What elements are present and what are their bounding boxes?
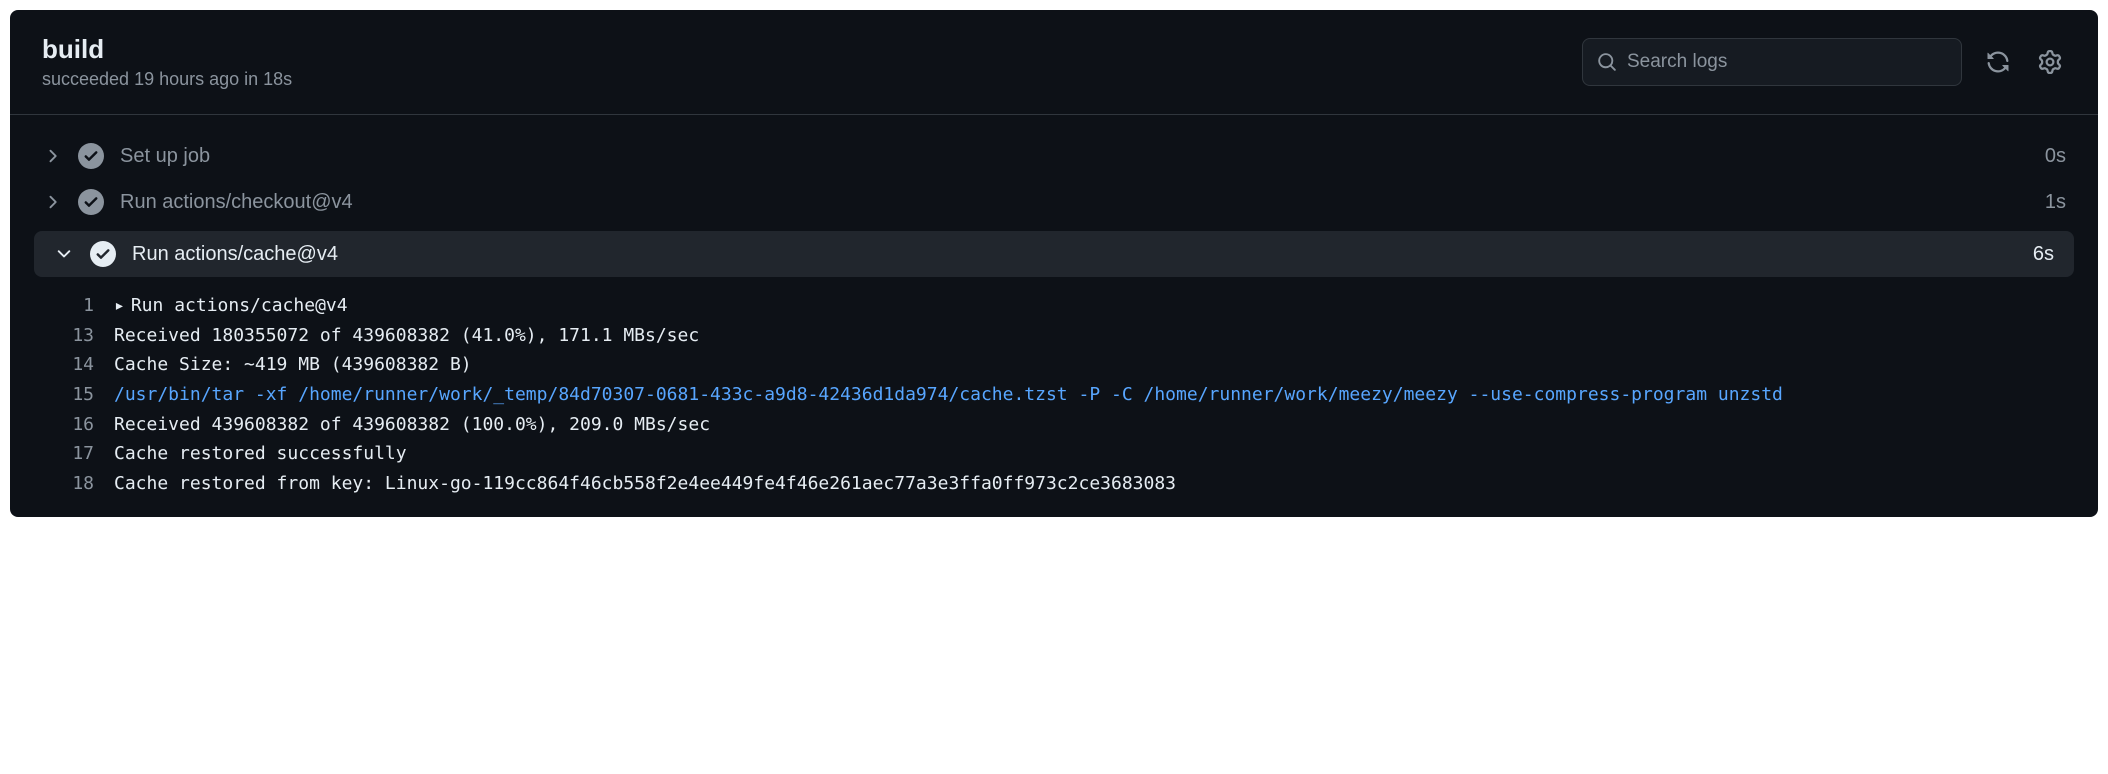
log-line: 1 ▸Run actions/cache@v4 [10, 291, 2098, 321]
chevron-right-icon [42, 146, 62, 166]
line-text: Received 180355072 of 439608382 (41.0%),… [114, 321, 2066, 351]
job-status: succeeded 19 hours ago in 18s [42, 69, 292, 90]
step-name: Run actions/cache@v4 [132, 243, 2017, 266]
step-row-cache[interactable]: Run actions/cache@v4 6s [34, 231, 2074, 277]
chevron-right-icon [42, 192, 62, 212]
refresh-button[interactable] [1982, 46, 2014, 78]
disclosure-triangle-icon[interactable]: ▸ [114, 291, 125, 321]
log-line: 14 Cache Size: ~419 MB (439608382 B) [10, 350, 2098, 380]
step-duration: 6s [2033, 243, 2054, 266]
step-name: Run actions/checkout@v4 [120, 191, 2029, 214]
header: build succeeded 19 hours ago in 18s [10, 10, 2098, 115]
step-name: Set up job [120, 145, 2029, 168]
line-number: 16 [42, 410, 114, 440]
line-number: 13 [42, 321, 114, 351]
line-number: 1 [42, 291, 114, 321]
chevron-down-icon [54, 244, 74, 264]
log-line: 13 Received 180355072 of 439608382 (41.0… [10, 321, 2098, 351]
header-right [1582, 38, 2066, 86]
line-number: 15 [42, 380, 114, 410]
line-text: Cache restored successfully [114, 439, 2066, 469]
line-text: Cache Size: ~419 MB (439608382 B) [114, 350, 2066, 380]
step-row-checkout[interactable]: Run actions/checkout@v4 1s [10, 179, 2098, 225]
log-panel: build succeeded 19 hours ago in 18s Set … [10, 10, 2098, 517]
line-text: ▸Run actions/cache@v4 [114, 291, 2066, 321]
steps: Set up job 0s Run actions/checkout@v4 1s… [10, 115, 2098, 517]
check-circle-icon [78, 143, 104, 169]
search-icon [1597, 52, 1617, 72]
log-line: 17 Cache restored successfully [10, 439, 2098, 469]
job-title: build [42, 34, 292, 65]
search-box[interactable] [1582, 38, 1962, 86]
search-input[interactable] [1627, 51, 1947, 73]
line-number: 17 [42, 439, 114, 469]
line-number: 14 [42, 350, 114, 380]
step-duration: 0s [2045, 145, 2066, 168]
gear-icon [2038, 50, 2062, 74]
log-line: 18 Cache restored from key: Linux-go-119… [10, 469, 2098, 499]
log-output: 1 ▸Run actions/cache@v4 13 Received 1803… [10, 283, 2098, 499]
step-row-setup-job[interactable]: Set up job 0s [10, 133, 2098, 179]
check-circle-icon [90, 241, 116, 267]
sync-icon [1986, 50, 2010, 74]
line-text: Cache restored from key: Linux-go-119cc8… [114, 469, 2066, 499]
header-left: build succeeded 19 hours ago in 18s [42, 34, 292, 90]
line-text: /usr/bin/tar -xf /home/runner/work/_temp… [114, 380, 2066, 410]
log-line: 15 /usr/bin/tar -xf /home/runner/work/_t… [10, 380, 2098, 410]
check-circle-icon [78, 189, 104, 215]
step-duration: 1s [2045, 191, 2066, 214]
settings-button[interactable] [2034, 46, 2066, 78]
line-number: 18 [42, 469, 114, 499]
line-text: Received 439608382 of 439608382 (100.0%)… [114, 410, 2066, 440]
log-line: 16 Received 439608382 of 439608382 (100.… [10, 410, 2098, 440]
